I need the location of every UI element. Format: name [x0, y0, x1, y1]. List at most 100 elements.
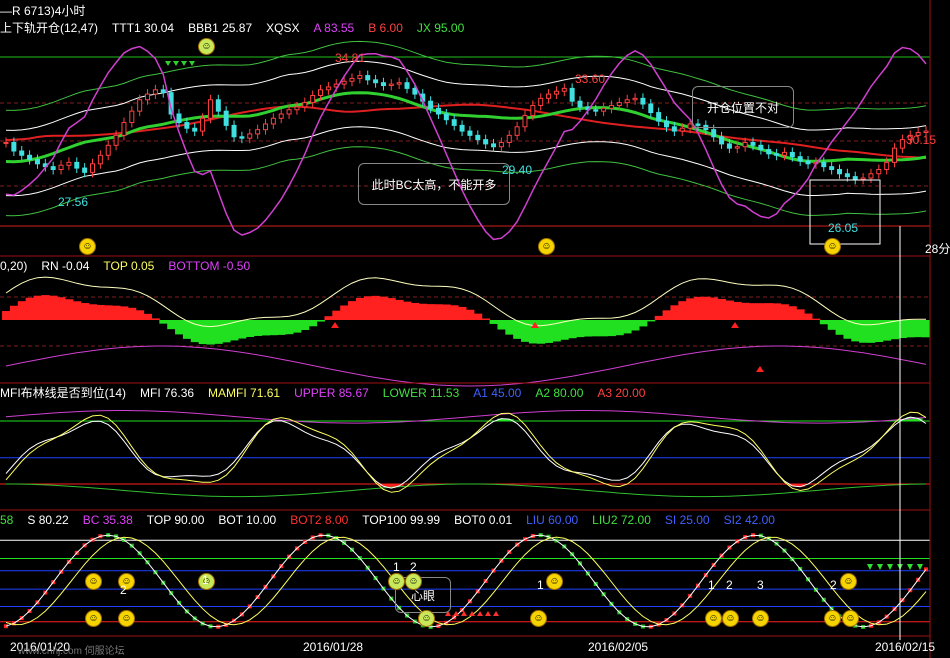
rn-bar-negative: [835, 320, 844, 335]
annotation-text: 开仓位置不对: [706, 100, 779, 115]
rn-bar-positive: [662, 310, 671, 320]
down-arrow-marker: [907, 564, 913, 570]
rn-bar-negative: [560, 320, 569, 340]
candle-body: [679, 127, 685, 132]
smiley-face-icon: ☺: [530, 610, 547, 627]
candle-body: [428, 100, 434, 109]
rn-bar-negative: [819, 320, 829, 325]
indicator-value: S 80.22: [27, 513, 69, 527]
indicator-value: MFI 76.36: [140, 386, 195, 400]
candle-body: [396, 82, 402, 85]
signal-number-marker: 2: [726, 578, 733, 592]
rn-bar-positive: [135, 310, 145, 320]
candle-body: [349, 77, 355, 82]
candle-body: [34, 159, 40, 165]
rn-bar-negative: [867, 320, 876, 343]
candle-body: [207, 99, 213, 119]
candle-body: [113, 134, 119, 146]
candle-body: [310, 95, 316, 104]
price-panel: [0, 40, 930, 245]
rn-bar-positive: [9, 305, 19, 320]
rn-bar-positive: [57, 297, 66, 320]
indicator-value: JX 95.00: [416, 21, 465, 35]
candle-body: [19, 150, 25, 156]
up-arrow-marker: [731, 322, 739, 328]
candle-body: [656, 112, 662, 122]
annotation-note-entry: 开仓位置不对: [692, 86, 794, 128]
down-arrow-marker: [189, 61, 195, 66]
candle-body: [50, 166, 56, 170]
candle-body: [758, 144, 764, 151]
candle-body: [876, 169, 882, 175]
rn-bar-positive: [678, 301, 687, 320]
rn-bar-positive: [332, 310, 341, 320]
candle-body: [664, 120, 670, 128]
candle-body: [89, 163, 95, 173]
candle-body: [262, 123, 268, 131]
candle-body: [137, 99, 143, 112]
smiley-face-icon: ☺: [752, 610, 769, 627]
rn-bar-negative: [214, 320, 223, 344]
smiley-face-icon: ☺: [705, 610, 722, 627]
kd-panel: [0, 533, 930, 629]
smiley-face-icon: ☺: [388, 573, 405, 590]
rn-bar-negative: [253, 320, 263, 336]
mamfi-line: [5, 411, 927, 493]
signal-number-marker: 2: [120, 583, 127, 597]
smiley-face-icon: ☺: [418, 610, 435, 627]
rn-bar-negative: [843, 320, 852, 339]
rn-bar-positive: [725, 300, 734, 320]
smiley-face-icon: ☺: [842, 610, 859, 627]
rn-bar-negative: [615, 320, 624, 336]
candle-body: [412, 87, 418, 95]
candle-body: [734, 146, 740, 149]
candle-body: [373, 79, 379, 84]
candle-body: [687, 123, 693, 129]
rn-bar-negative: [922, 320, 931, 338]
smiley-face-icon: ☺: [722, 610, 739, 627]
price-label-high: 30.15: [906, 133, 937, 147]
candle-body: [97, 154, 103, 165]
candle-body: [671, 126, 677, 132]
candle-body: [742, 141, 748, 148]
rn-bar-negative: [308, 320, 318, 327]
down-arrow-marker: [867, 564, 873, 570]
candle-body: [325, 86, 331, 91]
rn-bar-positive: [450, 305, 459, 320]
candle-body: [357, 75, 363, 79]
candle-body: [829, 166, 835, 170]
rn-bar-positive: [796, 309, 805, 320]
indicator-value: LIU 60.00: [526, 513, 579, 527]
rn-bar-positive: [733, 301, 742, 320]
up-arrow-marker: [485, 611, 491, 616]
signal-number-marker: 1: [393, 560, 400, 574]
candle-body: [11, 141, 17, 152]
rn-bar-positive: [127, 307, 137, 320]
kd-step-mark: [4, 624, 8, 629]
rn-bar-positive: [418, 303, 428, 320]
candle-body: [884, 161, 890, 170]
rn-bar-negative: [505, 320, 514, 335]
candle-body: [231, 124, 237, 138]
candle-body: [648, 103, 654, 114]
indicator-value: TTT1 30.04: [112, 21, 175, 35]
rn-bar-positive: [434, 304, 443, 320]
rn-bar-negative: [906, 320, 915, 338]
smiley-face-icon: ☺: [840, 573, 857, 590]
rn-bar-positive: [96, 304, 105, 320]
rn-bar-positive: [379, 296, 388, 320]
rn-bar-negative: [497, 320, 506, 330]
candle-body: [522, 114, 528, 128]
candle-body: [530, 104, 536, 116]
indicator-value: BOTTOM -0.50: [168, 259, 251, 273]
rn-bar-negative: [591, 320, 601, 337]
rn-bar-positive: [25, 297, 35, 320]
candle-body: [239, 136, 245, 139]
up-arrow-marker: [331, 322, 339, 328]
rn-bar-negative: [159, 320, 168, 324]
rn-bar-positive: [33, 295, 42, 320]
smiley-face-icon: ☺: [824, 238, 841, 255]
kd-line-bc: [5, 536, 927, 626]
signal-number-marker: 1: [708, 578, 715, 592]
candle-body: [215, 99, 221, 112]
